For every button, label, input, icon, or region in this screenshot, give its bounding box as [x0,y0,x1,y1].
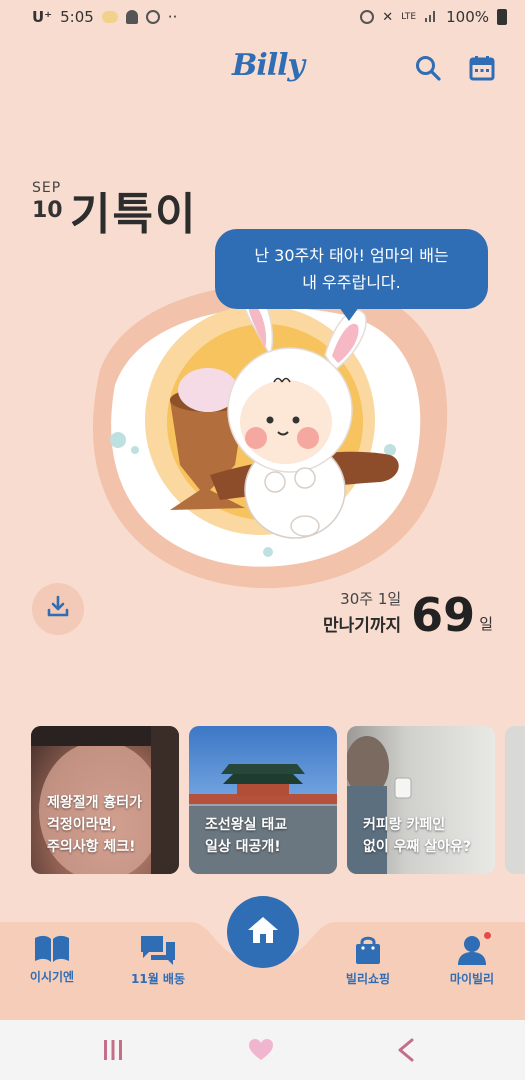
app-header: Billy [0,40,525,100]
baby-illustration[interactable] [60,260,480,600]
download-button[interactable] [32,583,84,635]
article-card[interactable]: 커피랑 카페인 없이 우째 살아유? [347,726,495,874]
diary-date: SEP 10 [32,180,63,223]
until-label: 만나기까지 [322,616,402,636]
chat-icon [118,934,198,966]
days-remaining: 69 [411,588,476,642]
notification-icon [125,10,138,24]
dday-counter: 30주 1일 만나기까지 69 일 [323,588,493,640]
article-card[interactable] [505,726,525,874]
nav-label: 이시기엔 [29,970,75,984]
billy-logo: Billy [232,48,305,83]
carrier-label: U⁺ [32,8,53,26]
c-app-icon [145,10,160,24]
nav-label: 11월 배동 [131,972,185,986]
home-icon [246,915,280,949]
article-carousel[interactable]: 제왕절개 흉터가 걱정이라면, 주의사항 체크! 조선왕실 태교 일상 대공개!… [31,726,525,874]
nav-label: 마이빌리 [449,972,495,986]
nav-item-billy-shopping[interactable]: 빌리쇼핑 [328,934,408,987]
days-unit: 일 [479,615,493,633]
date-month: SEP [32,180,62,196]
nav-item-birth-club[interactable]: 11월 배동 [118,934,198,987]
speech-line-1: 난 30주차 태아! 엄마의 배는 [254,246,449,265]
baby-nickname: 기특이 [70,189,198,240]
alarm-icon [360,10,375,24]
clock: 5:05 [60,8,94,26]
recent-apps-icon[interactable] [102,1038,124,1066]
pregnancy-week: 30주 1일 [340,590,402,608]
nav-item-my-billy[interactable]: 마이빌리 [432,934,512,987]
article-card[interactable]: 제왕절개 흉터가 걱정이라면, 주의사항 체크! [31,726,179,874]
shopping-bag-icon [328,934,408,966]
more-notifications: ·· [167,8,178,26]
battery-icon [497,9,507,25]
date-day: 10 [32,198,63,223]
nav-item-this-period[interactable]: 이시기엔 [12,934,92,985]
nav-label: 빌리쇼핑 [345,972,391,986]
notification-dot [484,932,491,939]
article-caption: 조선왕실 태교 일상 대공개! [205,817,288,855]
download-icon [45,594,71,624]
book-icon [12,934,92,964]
home-heart-icon[interactable] [248,1038,274,1066]
article-caption: 커피랑 카페인 없이 우째 살아유? [363,817,472,855]
battery-percent: 100% [446,8,489,26]
weather-icon [101,11,118,23]
back-icon[interactable] [396,1038,416,1066]
mute-icon: ✕ [382,9,394,25]
status-bar: U⁺ 5:05 ·· ✕ LTE 100% [0,0,525,34]
system-nav-bar [0,1020,525,1080]
calendar-icon[interactable] [468,54,496,82]
network-label: LTE [401,12,417,22]
speech-line-2: 내 우주랍니다. [302,273,401,292]
article-caption: 제왕절개 흉터가 걱정이라면, 주의사항 체크! [47,795,143,855]
signal-icon [424,8,438,26]
search-icon[interactable] [414,54,442,82]
home-button[interactable] [227,896,299,968]
speech-bubble[interactable]: 난 30주차 태아! 엄마의 배는 내 우주랍니다. [215,229,488,321]
person-icon [432,934,512,966]
article-card[interactable]: 조선왕실 태교 일상 대공개! [189,726,337,874]
